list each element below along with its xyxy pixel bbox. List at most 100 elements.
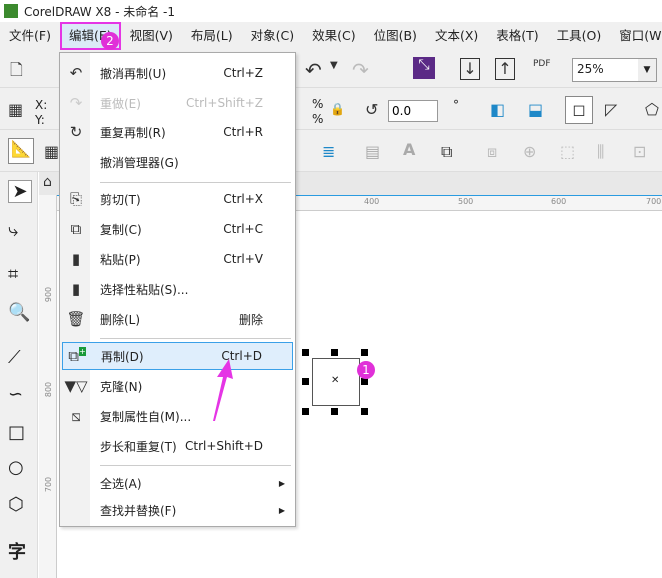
import-icon[interactable]: ⤡ — [413, 57, 435, 79]
align-icon[interactable]: ⧈ — [487, 142, 497, 162]
undo-icon: ↶ — [69, 64, 83, 82]
menu-item-label: 撤消再制(U) — [100, 66, 167, 81]
text-align-icon[interactable]: ≣ — [322, 142, 335, 161]
mirror-vertical-icon[interactable]: ⬓ — [528, 100, 543, 119]
selection-handle[interactable] — [331, 408, 338, 415]
vertical-ruler[interactable]: 900 800 700 — [39, 195, 57, 578]
clone-icon: ▼▽ — [64, 377, 88, 395]
menu-item-label: 撤消管理器(G) — [100, 155, 179, 170]
menu-item-repeat[interactable]: ↻ 重复再制(R) Ctrl+R — [62, 118, 293, 146]
lock-object-icon[interactable]: ⊡ — [633, 142, 646, 161]
lock-ratio-icon[interactable]: 🔒 — [330, 102, 345, 116]
selection-handle[interactable] — [361, 378, 368, 385]
grid-icon[interactable]: ▦ — [44, 142, 59, 161]
target-icon[interactable]: ⊕ — [523, 142, 536, 161]
menu-item-shortcut: Ctrl+Shift+D — [185, 439, 263, 453]
menu-item-shortcut: Ctrl+C — [223, 222, 263, 236]
menu-item-undo[interactable]: ↶ 撤消再制(U) Ctrl+Z — [62, 59, 293, 87]
selection-handle[interactable] — [302, 408, 309, 415]
duplicate-icon: ⧉+ — [68, 347, 86, 365]
x-label: X: — [35, 98, 48, 112]
new-document-icon[interactable]: 🗋 — [10, 59, 23, 86]
artistic-media-icon[interactable]: ∽ — [8, 384, 23, 405]
menu-text[interactable]: 文本(X) — [426, 22, 487, 50]
menu-window[interactable]: 窗口(W) — [610, 22, 662, 50]
menu-item-cut[interactable]: ⎘ 剪切(T) Ctrl+X — [62, 185, 293, 213]
ruler-label: 500 — [458, 197, 474, 206]
scallop-corner-icon[interactable]: ◸ — [605, 100, 617, 119]
menu-item-paste[interactable]: ▮ 粘贴(P) Ctrl+V — [62, 245, 293, 273]
menu-separator — [100, 338, 291, 339]
zoom-value: 25% — [577, 62, 604, 76]
menu-item-find-replace[interactable]: 查找并替换(F) ▶ — [62, 496, 293, 524]
mirror-horizontal-icon[interactable]: ◧ — [490, 100, 505, 119]
window-title: CorelDRAW X8 - 未命名 -1 — [24, 4, 176, 19]
menu-item-label: 再制(D) — [101, 349, 144, 364]
step-badge-2: 2 — [101, 32, 119, 50]
undo-dropdown-icon[interactable]: ▼ — [330, 60, 338, 71]
menu-item-undo-manager[interactable]: 撤消管理器(G) — [62, 148, 293, 176]
menu-item-copy-properties[interactable]: ⧅ 复制属性自(M)... — [62, 402, 293, 430]
selection-handle[interactable] — [361, 349, 368, 356]
freehand-tool-icon[interactable]: ⟋ — [8, 347, 21, 368]
crop-tool-icon[interactable]: ⌗ — [8, 264, 18, 285]
zoom-tool-icon[interactable]: 🔍 — [8, 302, 30, 323]
text-tool-icon[interactable]: 字 — [8, 538, 26, 564]
chamfer-corner-icon[interactable]: ⬠ — [645, 100, 659, 119]
redo-icon[interactable]: ↷ — [352, 58, 369, 82]
menu-item-shortcut: Ctrl+X — [223, 192, 263, 206]
home-icon[interactable]: ⌂ — [43, 174, 52, 190]
distribute-icon[interactable]: ⫼ — [597, 142, 604, 162]
menu-item-label: 重做(E) — [100, 96, 141, 111]
menu-item-label: 步长和重复(T) — [100, 439, 177, 454]
text-frame-icon[interactable]: ▤ — [365, 142, 380, 161]
undo-icon[interactable]: ↶ — [305, 58, 322, 82]
menu-tools[interactable]: 工具(O) — [548, 22, 611, 50]
menu-item-redo[interactable]: ↷ 重做(E) Ctrl+Shift+Z — [62, 89, 293, 117]
menu-layout[interactable]: 布局(L) — [182, 22, 242, 50]
menu-item-label: 选择性粘贴(S)... — [100, 282, 189, 297]
menu-bitmaps[interactable]: 位图(B) — [365, 22, 426, 50]
cut-icon: ⎘ — [69, 190, 82, 208]
pdf-icon[interactable]: PDF — [533, 59, 551, 69]
import-down-icon[interactable]: ↓ — [460, 58, 480, 80]
reference-point-icon[interactable]: ▦ — [8, 100, 23, 119]
selection-handle[interactable] — [361, 408, 368, 415]
polygon-tool-icon[interactable]: ⬡ — [8, 494, 24, 515]
rotation-input[interactable] — [388, 100, 438, 122]
menu-table[interactable]: 表格(T) — [487, 22, 547, 50]
pick-tool-icon[interactable]: ➤ — [8, 180, 32, 203]
menu-bar: 文件(F) 编辑(E) 视图(V) 布局(L) 对象(C) 效果(C) 位图(B… — [0, 22, 662, 50]
round-corner-icon[interactable]: ◻ — [565, 96, 593, 124]
zoom-level-select[interactable]: 25% ▼ — [572, 58, 657, 82]
selection-handle[interactable] — [302, 378, 309, 385]
menu-item-label: 重复再制(R) — [100, 125, 166, 140]
trash-icon: 🗑 — [66, 310, 86, 328]
export-up-icon[interactable]: ↑ — [495, 58, 515, 80]
menu-item-duplicate[interactable]: ⧉+ 再制(D) Ctrl+D — [62, 342, 293, 370]
menu-item-copy[interactable]: ⧉ 复制(C) Ctrl+C — [62, 215, 293, 243]
submenu-arrow-icon: ▶ — [278, 478, 285, 488]
menu-item-select-all[interactable]: 全选(A) ▶ — [62, 469, 293, 497]
selection-handle[interactable] — [331, 349, 338, 356]
ellipse-tool-icon[interactable]: ○ — [8, 457, 24, 478]
group-icon[interactable]: ⬚ — [560, 142, 575, 161]
menu-view[interactable]: 视图(V) — [121, 22, 182, 50]
selection-handle[interactable] — [302, 349, 309, 356]
to-front-icon[interactable]: ⧉ — [441, 142, 452, 162]
menu-object[interactable]: 对象(C) — [242, 22, 303, 50]
menu-item-step-repeat[interactable]: 步长和重复(T) Ctrl+Shift+D — [62, 432, 293, 460]
menu-file[interactable]: 文件(F) — [0, 22, 60, 50]
shape-tool-icon[interactable]: ⤷ — [8, 220, 18, 241]
repeat-icon: ↻ — [69, 123, 83, 141]
rulers-icon[interactable]: 📐 — [8, 138, 34, 164]
menu-item-clone[interactable]: ▼▽ 克隆(N) — [62, 372, 293, 400]
selected-rectangle[interactable]: ✕ — [312, 358, 360, 406]
menu-item-delete[interactable]: 🗑 删除(L) 删除 — [62, 305, 293, 333]
menu-item-label: 全选(A) — [100, 476, 142, 491]
rectangle-tool-icon[interactable]: □ — [8, 422, 25, 443]
menu-effects[interactable]: 效果(C) — [303, 22, 364, 50]
menu-item-paste-special[interactable]: ▮ 选择性粘贴(S)... — [62, 275, 293, 303]
text-outline-icon[interactable]: A — [403, 140, 415, 159]
paste-special-icon: ▮ — [71, 280, 81, 298]
